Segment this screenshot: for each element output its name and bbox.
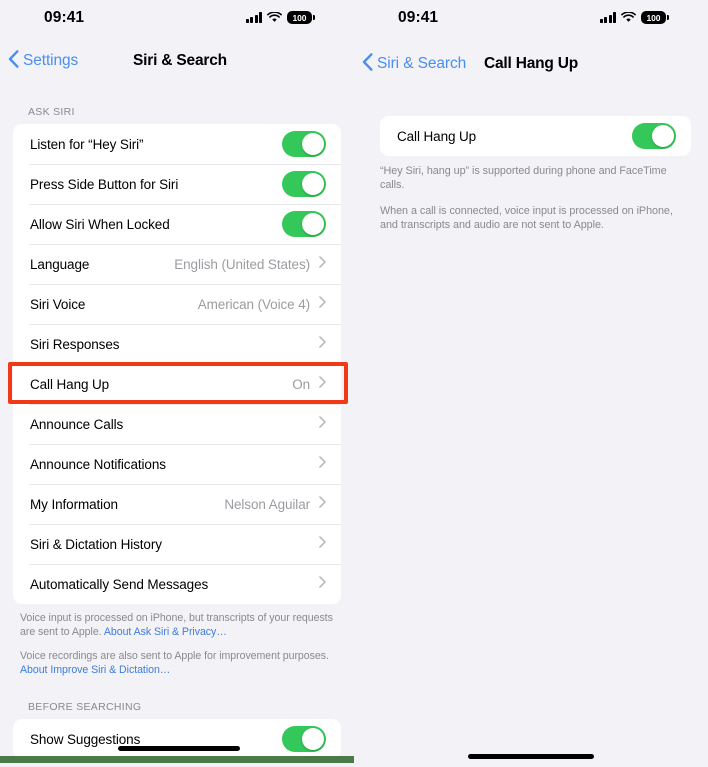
- detail-note-privacy: When a call is connected, voice input is…: [380, 205, 673, 231]
- footnote-ask-siri-privacy: Voice input is processed on iPhone, but …: [0, 604, 354, 639]
- footnote-improve-siri: Voice recordings are also sent to Apple …: [0, 639, 354, 677]
- row-label: Siri Voice: [30, 296, 86, 312]
- status-bar-left: 09:41 100: [0, 0, 354, 40]
- row-label: Call Hang Up: [30, 376, 110, 392]
- row-show-suggestions[interactable]: Show Suggestions: [13, 719, 341, 759]
- detail-note-supported-calls: “Hey Siri, hang up” is supported during …: [380, 165, 667, 191]
- toggle-listen-for-hey-siri[interactable]: [282, 131, 326, 157]
- row-announce-notifications[interactable]: Announce Notifications: [13, 444, 341, 484]
- call-hang-up-list: Call Hang Up: [380, 116, 691, 156]
- status-bar-indicators: 100: [599, 11, 669, 24]
- row-call-hang-up-detail[interactable]: Call Hang Up: [380, 116, 691, 156]
- row-label: Siri Responses: [30, 336, 120, 352]
- toggle-knob: [302, 728, 324, 750]
- row-siri-voice[interactable]: Siri Voice American (Voice 4): [13, 284, 341, 324]
- chevron-right-icon: [319, 375, 326, 393]
- chevron-right-icon: [319, 415, 326, 433]
- toggle-press-side-button-for-siri[interactable]: [282, 171, 326, 197]
- status-bar-clock: 09:41: [44, 9, 85, 26]
- right-screen-call-hang-up: 09:41 100 Siri & Search Call Hang Up Cal…: [354, 0, 708, 767]
- wifi-icon: [621, 12, 636, 23]
- row-label: Announce Calls: [30, 416, 124, 432]
- chevron-right-icon: [319, 295, 326, 313]
- chevron-right-icon: [319, 455, 326, 473]
- row-label: Automatically Send Messages: [30, 576, 209, 592]
- battery-icon: 100: [287, 11, 315, 24]
- navigation-bar-right: Siri & Search Call Hang Up: [354, 40, 708, 88]
- row-announce-calls[interactable]: Announce Calls: [13, 404, 341, 444]
- ask-siri-list: Listen for “Hey Siri” Press Side Button …: [13, 124, 341, 604]
- row-label: Announce Notifications: [30, 456, 166, 472]
- left-screen-siri-and-search: 09:41 100 Settings Siri & Search ASK SIR…: [0, 0, 354, 767]
- status-bar-right: 09:41 100: [354, 0, 708, 40]
- status-bar-clock: 09:41: [398, 9, 439, 26]
- chevron-right-icon: [319, 535, 326, 553]
- cellular-signal-icon: [599, 12, 616, 23]
- chevron-left-icon: [362, 52, 373, 76]
- toggle-allow-siri-when-locked[interactable]: [282, 211, 326, 237]
- home-indicator-left: [118, 746, 240, 751]
- row-label: Language: [30, 256, 90, 272]
- row-siri-responses[interactable]: Siri Responses: [13, 324, 341, 364]
- row-press-side-button-for-siri[interactable]: Press Side Button for Siri: [13, 164, 341, 204]
- chevron-right-icon: [319, 495, 326, 513]
- section-header-before-searching: BEFORE SEARCHING: [28, 701, 142, 713]
- footnote-text: Voice recordings are also sent to Apple …: [20, 650, 329, 662]
- dual-screenshot-stage: 09:41 100 Settings Siri & Search ASK SIR…: [0, 0, 708, 767]
- row-siri-and-dictation-history[interactable]: Siri & Dictation History: [13, 524, 341, 564]
- row-allow-siri-when-locked[interactable]: Allow Siri When Locked: [13, 204, 341, 244]
- row-label: Call Hang Up: [397, 128, 477, 144]
- row-value: American (Voice 4): [197, 296, 310, 312]
- battery-icon: 100: [641, 11, 669, 24]
- row-value: English (United States): [174, 256, 310, 272]
- row-label: Listen for “Hey Siri”: [30, 136, 144, 152]
- chevron-right-icon: [319, 335, 326, 353]
- chevron-left-icon: [8, 49, 19, 73]
- wifi-icon: [267, 12, 282, 23]
- row-label: Siri & Dictation History: [30, 536, 162, 552]
- row-label: Press Side Button for Siri: [30, 176, 179, 192]
- page-title-right: Call Hang Up: [484, 55, 579, 72]
- back-button-label: Siri & Search: [377, 55, 467, 72]
- toggle-call-hang-up[interactable]: [632, 123, 676, 149]
- row-value: On: [292, 376, 310, 392]
- row-listen-for-hey-siri[interactable]: Listen for “Hey Siri”: [13, 124, 341, 164]
- toggle-show-suggestions[interactable]: [282, 726, 326, 752]
- before-searching-list: Show Suggestions: [13, 719, 341, 759]
- toggle-knob: [652, 125, 674, 147]
- row-label: Show Suggestions: [30, 731, 141, 747]
- home-indicator-right: [468, 754, 594, 759]
- back-button-siri-and-search[interactable]: Siri & Search: [362, 40, 466, 88]
- chevron-right-icon: [319, 575, 326, 593]
- navigation-bar-left: Settings Siri & Search: [0, 40, 354, 82]
- toggle-knob: [302, 213, 324, 235]
- battery-level-label: 100: [646, 12, 661, 23]
- row-language[interactable]: Language English (United States): [13, 244, 341, 284]
- toggle-knob: [302, 173, 324, 195]
- cellular-signal-icon: [245, 12, 262, 23]
- link-about-improve-siri-dictation[interactable]: About Improve Siri & Dictation…: [20, 664, 170, 676]
- back-button-settings[interactable]: Settings: [8, 40, 78, 82]
- row-label: My Information: [30, 496, 118, 512]
- status-bar-indicators: 100: [245, 11, 315, 24]
- link-about-ask-siri-privacy[interactable]: About Ask Siri & Privacy…: [104, 626, 227, 638]
- row-call-hang-up[interactable]: Call Hang Up On: [13, 364, 341, 404]
- chevron-right-icon: [319, 255, 326, 273]
- toggle-knob: [302, 133, 324, 155]
- row-label: Allow Siri When Locked: [30, 216, 170, 232]
- page-title-left: Siri & Search: [133, 52, 227, 69]
- battery-level-label: 100: [292, 12, 307, 23]
- row-value: Nelson Aguilar: [224, 496, 310, 512]
- section-header-ask-siri: ASK SIRI: [28, 106, 75, 118]
- back-button-label: Settings: [23, 52, 79, 69]
- row-automatically-send-messages[interactable]: Automatically Send Messages: [13, 564, 341, 604]
- row-my-information[interactable]: My Information Nelson Aguilar: [13, 484, 341, 524]
- bottom-green-band: [0, 756, 354, 763]
